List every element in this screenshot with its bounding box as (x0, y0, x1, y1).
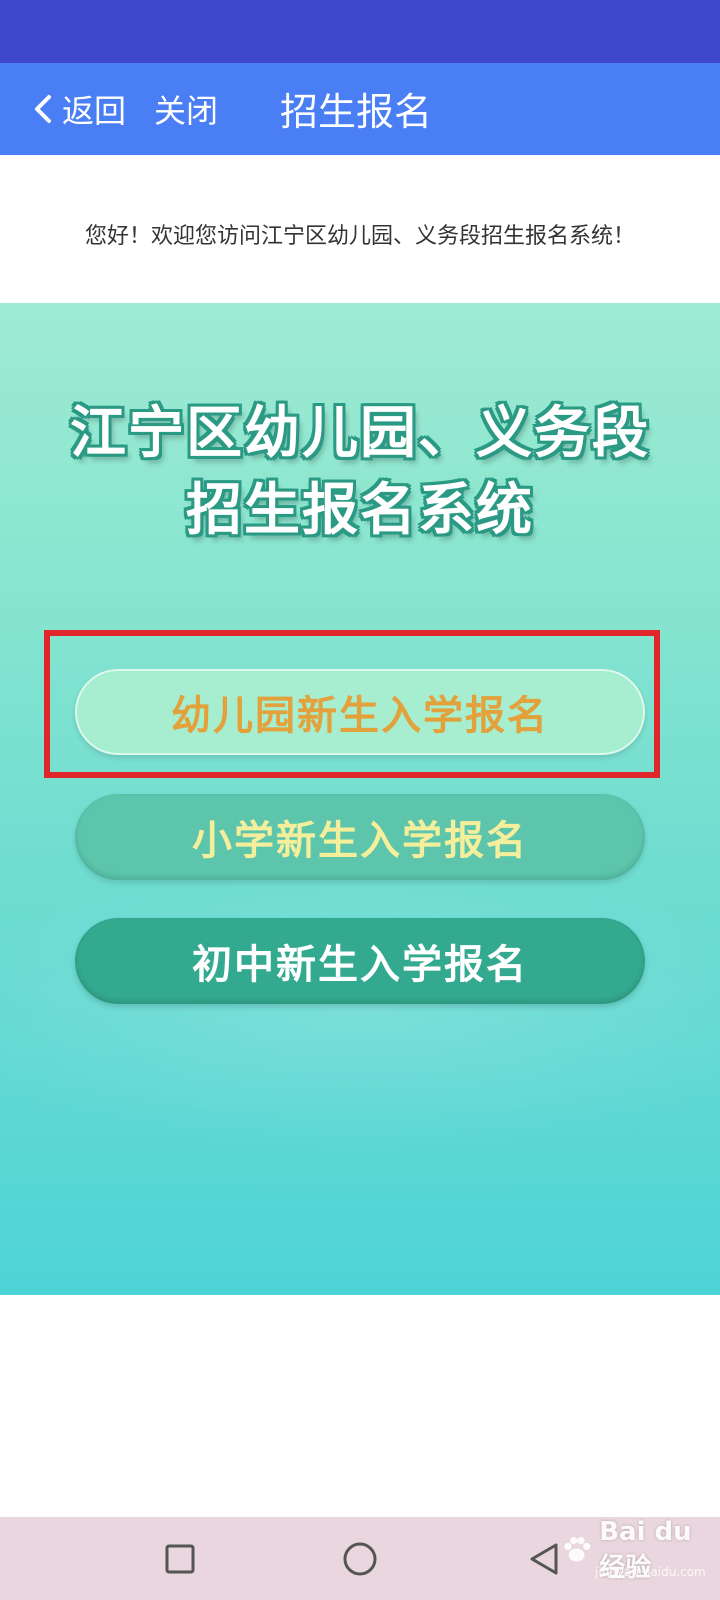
banner-title-line1: 江宁区幼儿园、义务段 (70, 401, 650, 466)
chevron-left-icon (35, 95, 51, 123)
kindergarten-enroll-button[interactable]: 幼儿园新生入学报名 (75, 669, 645, 755)
status-bar (0, 0, 720, 63)
app-header: 返回 关闭 招生报名 (0, 63, 720, 155)
back-icon (530, 1543, 558, 1575)
banner-title-line2: 招生报名系统 (186, 478, 534, 543)
home-icon (343, 1542, 377, 1576)
back-label: 返回 (62, 92, 127, 130)
primary-school-enroll-button[interactable]: 小学新生入学报名 (75, 794, 645, 880)
welcome-text: 您好！欢迎您访问江宁区幼儿园、义务段招生报名系统！ (84, 224, 635, 249)
enrollment-banner: 江宁区幼儿园、义务段 招生报名系统 幼儿园新生入学报名 小学新生入学报名 初中新… (0, 303, 720, 1295)
recent-apps-icon (165, 1544, 195, 1574)
recent-apps-button[interactable] (156, 1535, 204, 1583)
close-button[interactable]: 关闭 (154, 87, 218, 131)
page-title: 招生报名 (280, 89, 433, 134)
back-button[interactable]: 返回 (32, 87, 126, 131)
watermark-url: jingyan.baidu.com (595, 1565, 706, 1579)
middle-school-enroll-button[interactable]: 初中新生入学报名 (75, 918, 645, 1004)
paw-icon (564, 1537, 591, 1562)
home-button[interactable] (336, 1535, 384, 1583)
